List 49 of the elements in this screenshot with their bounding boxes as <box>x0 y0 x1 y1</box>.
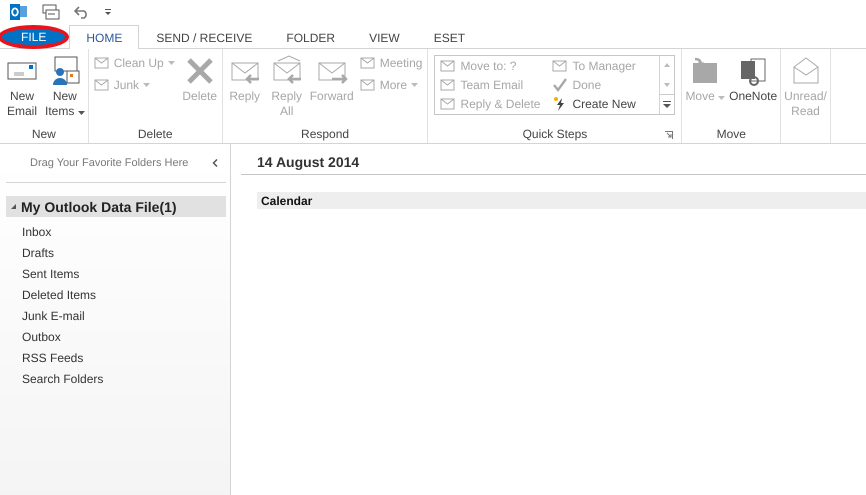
folder-item[interactable]: Junk E-mail <box>22 305 230 326</box>
envelope-icon <box>360 55 376 71</box>
envelope-icon <box>552 58 568 74</box>
group-label: New <box>32 127 56 141</box>
ribbon-tab[interactable]: SEND / RECEIVE <box>139 26 270 49</box>
envelope-icon <box>440 76 456 92</box>
caret-icon <box>143 83 150 87</box>
quick-step-item[interactable]: Create New <box>549 94 660 113</box>
ribbon-button[interactable]: New Items <box>44 53 86 121</box>
data-file-label: My Outlook Data File(1) <box>21 198 177 214</box>
folder-item[interactable]: Search Folders <box>22 368 230 389</box>
outlook-logo-icon[interactable] <box>10 4 28 20</box>
caret-icon <box>718 96 726 100</box>
send-receive-icon[interactable] <box>42 4 60 20</box>
favorites-hint: Drag Your Favorite Folders Here <box>30 157 188 169</box>
folder-item[interactable]: Inbox <box>22 221 230 242</box>
caret-icon <box>78 111 85 115</box>
ribbon-tab[interactable]: VIEW <box>352 26 417 49</box>
calendar-section-header: Calendar <box>257 192 866 209</box>
file-tab[interactable]: FILE <box>0 25 70 49</box>
envelope-icon <box>94 55 110 71</box>
envelope-icon <box>360 77 376 93</box>
folder-item[interactable]: RSS Feeds <box>22 347 230 368</box>
folder-item[interactable]: Drafts <box>22 242 230 263</box>
ribbon-button[interactable]: OneNote <box>728 53 778 106</box>
customize-arrow-icon[interactable] <box>104 8 112 16</box>
group-label: Move <box>716 127 746 141</box>
collapse-chevron-icon[interactable] <box>212 159 218 167</box>
caret-icon <box>411 83 418 87</box>
ribbon-tab[interactable]: ESET <box>416 26 482 49</box>
check-icon <box>552 76 568 92</box>
group-label: Respond <box>301 127 350 141</box>
ribbon-tab[interactable]: FOLDER <box>269 26 352 49</box>
envelope-icon <box>440 58 456 74</box>
folder-tree-root[interactable]: My Outlook Data File(1) <box>6 196 226 217</box>
dialog-launcher-icon[interactable] <box>665 131 674 139</box>
caret-icon <box>168 61 175 65</box>
group-label: Delete <box>138 127 173 141</box>
expanded-triangle-icon[interactable] <box>10 203 17 210</box>
ribbon-tab[interactable]: HOME <box>69 25 140 49</box>
folder-item[interactable]: Outbox <box>22 326 230 347</box>
ribbon-button[interactable]: New Email <box>2 53 42 121</box>
undo-icon[interactable] <box>74 5 90 19</box>
folder-item[interactable]: Deleted Items <box>22 284 230 305</box>
group-label: Quick Steps <box>522 127 588 141</box>
envelope-icon <box>440 96 456 112</box>
envelope-icon <box>94 77 110 93</box>
date-header: 14 August 2014 <box>241 150 866 175</box>
folder-item[interactable]: Sent Items <box>22 263 230 284</box>
